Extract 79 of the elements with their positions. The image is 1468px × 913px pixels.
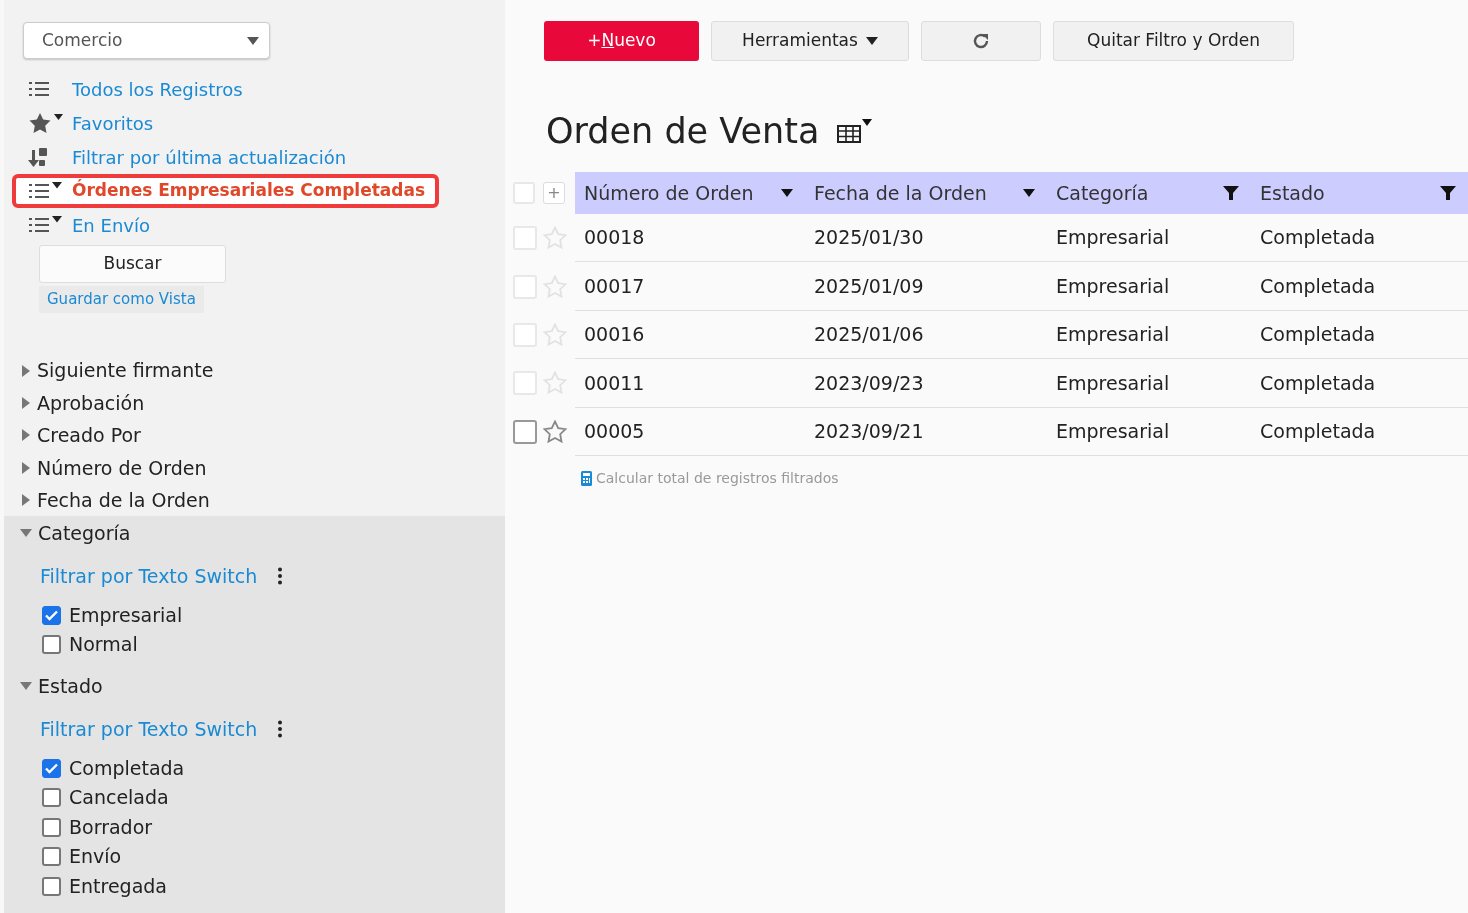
- checkbox[interactable]: [42, 605, 61, 625]
- option-label: Entregada: [69, 873, 167, 899]
- more-options-icon[interactable]: [277, 567, 284, 586]
- add-column-button[interactable]: +: [543, 182, 565, 204]
- table-cell-text: Completada: [1259, 225, 1377, 251]
- row-checkbox[interactable]: [513, 419, 537, 444]
- expanded-caret-icon: [20, 682, 32, 691]
- filter-group-toggle[interactable]: Siguiente firmante: [4, 354, 505, 387]
- option-label: Completada: [69, 755, 185, 781]
- caret-icon: [865, 37, 878, 45]
- table-cell-text: 00005: [583, 419, 646, 444]
- checkbox[interactable]: [42, 847, 61, 867]
- table-cell-text: 00018: [583, 225, 646, 251]
- view-item[interactable]: Órdenes Empresariales Completadas: [12, 174, 440, 208]
- filter-icon: [1223, 186, 1239, 200]
- checkbox[interactable]: [42, 758, 61, 778]
- page-title: Orden de Venta: [546, 109, 820, 153]
- filter-group-toggle[interactable]: Creado Por: [4, 419, 505, 452]
- table-cell-text: 00011: [583, 370, 646, 396]
- table-cell-text: Completada: [1259, 370, 1377, 396]
- filter-group-toggle[interactable]: Categoría: [20, 516, 505, 551]
- filter-group-toggle[interactable]: Estado: [20, 669, 505, 704]
- table-cell-text: 2025/01/30: [813, 225, 925, 251]
- list-icon: [28, 79, 50, 99]
- collapsed-caret-icon: [22, 364, 30, 377]
- table-cell-text: Empresarial: [1055, 225, 1171, 251]
- caret-icon: [247, 36, 259, 45]
- more-options-icon[interactable]: [277, 720, 284, 739]
- checkbox[interactable]: [42, 635, 61, 655]
- filter-icon: [1440, 186, 1456, 200]
- column-header[interactable]: Estado: [1251, 172, 1468, 214]
- collapsed-caret-icon: [22, 494, 30, 507]
- option-label: Empresarial: [69, 602, 183, 628]
- option-label: Borrador: [69, 814, 153, 840]
- table-cell-text: 00017: [583, 273, 646, 299]
- filter-group-toggle[interactable]: Fecha de la Orden: [4, 484, 505, 517]
- column-header[interactable]: Categoría: [1047, 172, 1251, 214]
- table-cell-text: Empresarial: [1055, 419, 1171, 444]
- filter-group-toggle[interactable]: Número de Orden: [4, 451, 505, 485]
- table-cell-text: Empresarial: [1055, 370, 1171, 396]
- star-icon[interactable]: [543, 419, 567, 444]
- option-label: Normal: [69, 632, 138, 658]
- new-button[interactable]: +Nuevo: [544, 21, 699, 61]
- column-header[interactable]: Número de Orden: [575, 172, 805, 214]
- caret-icon: [781, 189, 793, 197]
- table-cell-text: Completada: [1259, 273, 1377, 299]
- refresh-button[interactable]: [921, 21, 1041, 61]
- checkbox[interactable]: [42, 788, 61, 808]
- filter-list-icon: [28, 215, 64, 235]
- clear-filter-button[interactable]: Quitar Filtro y Orden: [1053, 21, 1294, 61]
- expanded-caret-icon: [20, 529, 32, 538]
- table-cell-text: 2025/01/09: [813, 273, 925, 299]
- table-cell-text: 00016: [583, 322, 646, 348]
- checkbox[interactable]: [42, 876, 61, 896]
- table-cell-text: Empresarial: [1055, 273, 1171, 299]
- filter-group-toggle[interactable]: Aprobación: [4, 386, 505, 420]
- sort-icon: [28, 146, 50, 168]
- filter-list-icon: [28, 181, 64, 201]
- table-cell-text: 2025/01/06: [813, 322, 925, 348]
- calculator-icon: [581, 470, 592, 486]
- checkbox[interactable]: [42, 817, 61, 837]
- option-label: Cancelada: [69, 785, 169, 811]
- app-selector[interactable]: Comercio: [23, 22, 270, 59]
- table-cell-text: 2023/09/21: [813, 419, 925, 444]
- collapsed-caret-icon: [22, 461, 30, 474]
- refresh-icon: [971, 31, 991, 51]
- option-label: Envío: [69, 844, 122, 870]
- table-cell-text: Completada: [1259, 322, 1377, 348]
- collapsed-caret-icon: [22, 429, 30, 442]
- table-cell-text: 2023/09/23: [813, 370, 925, 396]
- table-cell-text: Empresarial: [1055, 322, 1171, 348]
- collapsed-caret-icon: [22, 397, 30, 410]
- star-filter-icon: [28, 112, 64, 134]
- search-button[interactable]: Buscar: [39, 245, 226, 283]
- table-view-icon[interactable]: [837, 118, 874, 144]
- caret-icon: [1023, 189, 1035, 197]
- tools-button[interactable]: Herramientas: [711, 21, 909, 61]
- column-header[interactable]: Fecha de la Orden: [805, 172, 1047, 214]
- table-cell-text: Completada: [1259, 419, 1377, 444]
